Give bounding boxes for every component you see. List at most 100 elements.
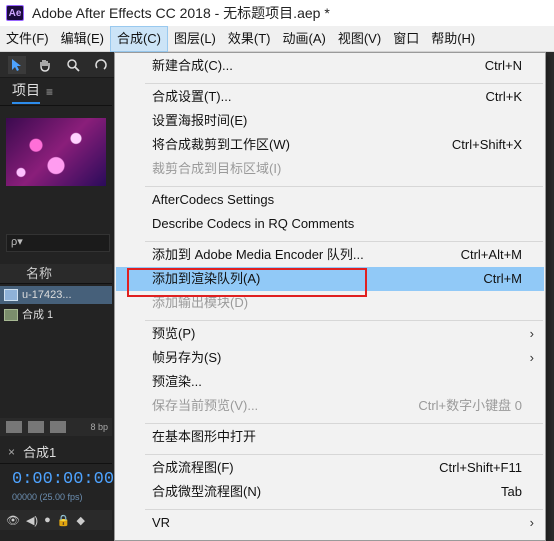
menu-composition-flowchart[interactable]: 合成流程图(F) Ctrl+Shift+F11 bbox=[116, 456, 544, 480]
project-panel-tabbar: 项目 ≡ bbox=[0, 78, 112, 106]
menu-item-shortcut: Ctrl+K bbox=[485, 89, 522, 104]
menu-separator bbox=[145, 509, 543, 510]
menu-view[interactable]: 视图(V) bbox=[332, 26, 387, 52]
menu-item-shortcut: Ctrl+Shift+F11 bbox=[439, 460, 522, 475]
menu-crop-comp[interactable]: 裁剪合成到目标区域(I) bbox=[116, 157, 544, 181]
composition-icon bbox=[4, 309, 18, 321]
rotate-tool-icon[interactable] bbox=[92, 56, 110, 74]
menu-vr[interactable]: VR › bbox=[116, 511, 544, 535]
menu-bar: 文件(F) 编辑(E) 合成(C) 图层(L) 效果(T) 动画(A) 视图(V… bbox=[0, 25, 554, 52]
project-item-label: u-17423... bbox=[22, 289, 72, 301]
project-search-input[interactable]: ρ▾ bbox=[6, 234, 110, 252]
project-tab[interactable]: 项目 bbox=[12, 80, 40, 104]
menu-save-frame-as[interactable]: 帧另存为(S) › bbox=[116, 346, 544, 370]
window-title: Adobe After Effects CC 2018 - 无标题项目.aep … bbox=[32, 5, 330, 21]
new-comp-icon[interactable] bbox=[50, 421, 66, 433]
menu-help[interactable]: 帮助(H) bbox=[425, 26, 481, 52]
menu-add-to-media-encoder[interactable]: 添加到 Adobe Media Encoder 队列... Ctrl+Alt+M bbox=[116, 243, 544, 267]
current-timecode[interactable]: 0:00:00:00 bbox=[12, 470, 114, 489]
footage-icon bbox=[4, 289, 18, 301]
menu-item-shortcut: Ctrl+Alt+M bbox=[460, 247, 522, 262]
zoom-tool-icon[interactable] bbox=[64, 56, 82, 74]
menu-item-label: 合成设置(T)... bbox=[152, 89, 232, 104]
menu-item-shortcut: Ctrl+M bbox=[483, 271, 522, 286]
menu-item-label: 帧另存为(S) bbox=[152, 350, 222, 365]
menu-item-label: 合成微型流程图(N) bbox=[152, 484, 262, 499]
project-item-footage[interactable]: u-17423... bbox=[0, 286, 112, 304]
menu-item-label: 保存当前预览(V)... bbox=[152, 398, 259, 413]
menu-file[interactable]: 文件(F) bbox=[0, 26, 55, 52]
menu-item-shortcut: Ctrl+N bbox=[484, 58, 522, 73]
submenu-arrow-icon: › bbox=[529, 515, 534, 530]
menu-item-shortcut: Ctrl+数字小键盘 0 bbox=[418, 398, 522, 413]
menu-separator bbox=[145, 186, 543, 187]
eye-icon[interactable]: 👁 bbox=[6, 514, 20, 527]
menu-item-label: 裁剪合成到目标区域(I) bbox=[152, 161, 282, 176]
menu-item-label: 预览(P) bbox=[152, 326, 196, 341]
menu-separator bbox=[145, 423, 543, 424]
panel-menu-icon[interactable]: ≡ bbox=[46, 85, 53, 99]
menu-trim-comp[interactable]: 将合成裁剪到工作区(W) Ctrl+Shift+X bbox=[116, 133, 544, 157]
project-panel: 项目 ≡ ρ▾ 名称 u-17423... 合成 1 8 bp × 合成1 0:… bbox=[0, 78, 114, 541]
lock-icon[interactable]: 🔒 bbox=[57, 514, 71, 527]
after-effects-logo-icon: Ae bbox=[6, 5, 24, 21]
menu-item-label: 将合成裁剪到工作区(W) bbox=[152, 137, 290, 152]
menu-composition[interactable]: 合成(C) bbox=[109, 25, 168, 52]
menu-separator bbox=[145, 241, 543, 242]
menu-item-label: 合成流程图(F) bbox=[152, 460, 234, 475]
menu-set-poster-time[interactable]: 设置海报时间(E) bbox=[116, 109, 544, 133]
menu-item-shortcut: Ctrl+Shift+X bbox=[451, 137, 522, 152]
submenu-arrow-icon: › bbox=[529, 350, 534, 365]
menu-item-label: 新建合成(C)... bbox=[152, 58, 233, 73]
composition-menu: 新建合成(C)... Ctrl+N 合成设置(T)... Ctrl+K 设置海报… bbox=[114, 52, 546, 541]
menu-item-label: 预渲染... bbox=[152, 374, 202, 389]
menu-preview[interactable]: 预览(P) › bbox=[116, 322, 544, 346]
menu-composition-settings[interactable]: 合成设置(T)... Ctrl+K bbox=[116, 85, 544, 109]
close-icon[interactable]: × bbox=[8, 445, 15, 459]
menu-open-in-essential-graphics[interactable]: 在基本图形中打开 bbox=[116, 425, 544, 449]
project-thumbnail bbox=[6, 118, 106, 186]
annotation-highlight-box bbox=[127, 268, 367, 297]
menu-effect[interactable]: 效果(T) bbox=[222, 26, 277, 52]
menu-item-label: VR bbox=[152, 515, 171, 530]
project-item-comp[interactable]: 合成 1 bbox=[0, 306, 112, 324]
timeline-tab[interactable]: 合成1 bbox=[23, 442, 56, 461]
timeline-tabbar: × 合成1 bbox=[0, 440, 112, 464]
menu-item-label: 添加输出模块(D) bbox=[152, 295, 249, 310]
menu-item-label: AfterCodecs Settings bbox=[152, 192, 275, 207]
frame-rate-label: 00000 (25.00 fps) bbox=[12, 492, 83, 502]
solo-icon[interactable]: ● bbox=[44, 514, 51, 526]
menu-item-shortcut: Tab bbox=[501, 484, 522, 499]
menu-mini-flowchart[interactable]: 合成微型流程图(N) Tab bbox=[116, 480, 544, 504]
selection-tool-icon[interactable] bbox=[8, 55, 26, 74]
menu-item-label: Describe Codecs in RQ Comments bbox=[152, 216, 355, 231]
menu-item-label: 在基本图形中打开 bbox=[152, 429, 257, 444]
layer-switches-bar: 👁 ◀) ● 🔒 ◆ bbox=[0, 510, 112, 530]
right-panel-edge bbox=[546, 52, 554, 541]
menu-item-label: 设置海报时间(E) bbox=[152, 113, 248, 128]
interpret-footage-icon[interactable] bbox=[6, 421, 22, 433]
bit-depth-label[interactable]: 8 bp bbox=[90, 422, 112, 432]
menu-pre-render[interactable]: 预渲染... bbox=[116, 370, 544, 394]
project-item-label: 合成 1 bbox=[22, 309, 54, 321]
project-bottom-bar: 8 bp bbox=[0, 418, 112, 436]
new-folder-icon[interactable] bbox=[28, 421, 44, 433]
menu-separator bbox=[145, 83, 543, 84]
menu-window[interactable]: 窗口 bbox=[387, 26, 425, 52]
name-column-header[interactable]: 名称 bbox=[0, 264, 112, 284]
hand-tool-icon[interactable] bbox=[36, 56, 54, 74]
label-icon[interactable]: ◆ bbox=[76, 514, 84, 527]
menu-edit[interactable]: 编辑(E) bbox=[55, 26, 110, 52]
menu-new-composition[interactable]: 新建合成(C)... Ctrl+N bbox=[116, 54, 544, 78]
submenu-arrow-icon: › bbox=[529, 326, 534, 341]
menu-item-label: 添加到 Adobe Media Encoder 队列... bbox=[152, 247, 364, 262]
audio-icon[interactable]: ◀) bbox=[26, 514, 38, 527]
menu-separator bbox=[145, 320, 543, 321]
menu-save-current-preview[interactable]: 保存当前预览(V)... Ctrl+数字小键盘 0 bbox=[116, 394, 544, 418]
menu-describe-codecs[interactable]: Describe Codecs in RQ Comments bbox=[116, 212, 544, 236]
menu-aftercodecs-settings[interactable]: AfterCodecs Settings bbox=[116, 188, 544, 212]
title-bar: Ae Adobe After Effects CC 2018 - 无标题项目.a… bbox=[0, 0, 554, 26]
menu-separator bbox=[145, 454, 543, 455]
menu-animation[interactable]: 动画(A) bbox=[277, 26, 332, 52]
menu-layer[interactable]: 图层(L) bbox=[168, 26, 222, 52]
